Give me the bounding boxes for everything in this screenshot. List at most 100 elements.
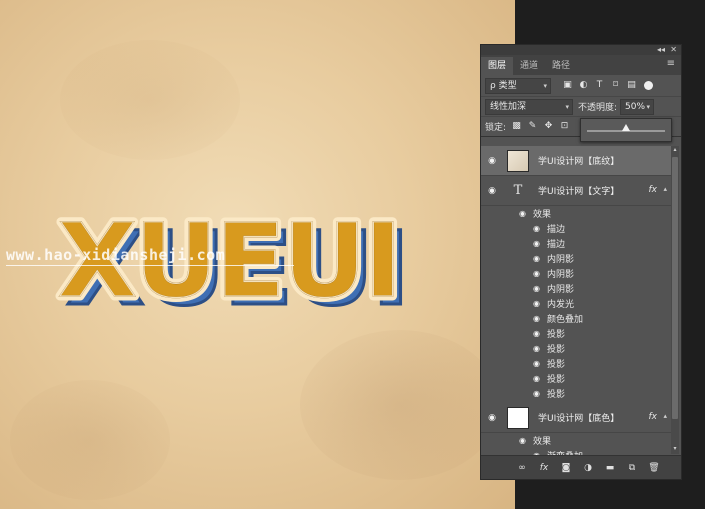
effect-name: 颜色叠加	[547, 315, 584, 325]
tab-channels[interactable]: 通道	[513, 57, 545, 75]
visibility-eye-icon[interactable]: ◉	[481, 413, 503, 423]
effect-row[interactable]: ◉ 投影	[481, 356, 671, 371]
effect-name: 内阴影	[547, 255, 575, 265]
filter-kind-select[interactable]: ρ 类型 ▾	[485, 77, 551, 94]
layer-thumbnail	[507, 149, 529, 172]
visibility-eye-icon[interactable]: ◉	[533, 284, 540, 293]
type-layer-icon: T	[513, 182, 523, 198]
visibility-eye-icon[interactable]: ◉	[533, 254, 540, 263]
effect-name: 描边	[547, 240, 566, 250]
visibility-eye-icon[interactable]: ◉	[533, 374, 540, 383]
visibility-eye-icon[interactable]: ◉	[519, 209, 526, 218]
effect-row[interactable]: ◉ 描边	[481, 221, 671, 236]
visibility-eye-icon[interactable]: ◉	[533, 299, 540, 308]
opacity-slider-thumb[interactable]	[622, 124, 630, 131]
image-filter-icon[interactable]: ▣	[561, 79, 574, 92]
adjustment-filter-icon[interactable]: ◐	[577, 79, 590, 92]
visibility-eye-icon[interactable]: ◉	[481, 186, 503, 196]
filter-toggle[interactable]	[644, 81, 653, 90]
layer-effects-icon[interactable]: fx	[649, 185, 658, 195]
blend-mode-select[interactable]: 线性加深 ▾	[485, 98, 573, 115]
effects-label: 效果	[533, 210, 552, 220]
scroll-down-icon[interactable]: ▾	[671, 445, 679, 453]
effect-name: 投影	[547, 330, 566, 340]
visibility-eye-icon[interactable]: ◉	[519, 436, 526, 445]
effect-row[interactable]: ◉ 投影	[481, 341, 671, 356]
lock-artboard-icon[interactable]: ⊡	[559, 121, 570, 132]
effect-row[interactable]: ◉渐变叠加	[481, 448, 671, 455]
text-layer-effects: ◉ 效果 ◉ 描边 ◉ 描边 ◉ 内阴影 ◉ 内阴影 ◉ 内阴影 ◉ 内发光 ◉ 颜色叠加 ◉ 投影 ◉ 投影 ◉ 投影 ◉…	[481, 206, 671, 401]
chevron-down-icon: ▾	[646, 102, 651, 111]
visibility-eye-icon[interactable]: ◉	[533, 344, 540, 353]
effect-name: 投影	[547, 360, 566, 370]
opacity-label: 不透明度:	[578, 103, 618, 113]
add-mask-icon[interactable]: ◙	[559, 461, 573, 475]
new-adjustment-layer-icon[interactable]: ◑	[581, 461, 595, 475]
add-layer-style-icon[interactable]: fx	[537, 461, 551, 475]
lock-transparent-pixels-icon[interactable]: ▩	[511, 121, 522, 132]
chevron-up-icon[interactable]: ▴	[663, 185, 667, 193]
effects-header[interactable]: ◉ 效果	[481, 206, 671, 221]
scrollbar-thumb[interactable]	[672, 157, 678, 419]
layer-effects-icon[interactable]: fx	[649, 412, 658, 422]
visibility-eye-icon[interactable]: ◉	[533, 359, 540, 368]
visibility-eye-icon[interactable]: ◉	[481, 156, 503, 166]
lock-position-icon[interactable]: ✥	[543, 121, 554, 132]
blend-mode-row: 线性加深 ▾ 不透明度: 50% ▾	[481, 97, 681, 117]
effect-row[interactable]: ◉ 投影	[481, 386, 671, 401]
tab-layers[interactable]: 图层	[481, 57, 514, 75]
opacity-value: 50%	[625, 101, 646, 112]
document-canvas[interactable]: XUEUI XUEUI XUEUI XUEUI www.hao-xidiansh…	[0, 0, 515, 509]
lock-image-pixels-icon[interactable]: ✎	[527, 121, 538, 132]
base-layer-effects: ◉ 效果◉渐变叠加	[481, 433, 671, 455]
visibility-eye-icon[interactable]: ◉	[533, 314, 540, 323]
watermark-underline	[6, 265, 294, 266]
collapse-panel-icon[interactable]: ◂◂	[657, 45, 665, 55]
opacity-input[interactable]: 50% ▾	[620, 98, 655, 115]
chevron-down-icon: ▾	[565, 102, 569, 111]
effect-row[interactable]: ◉ 投影	[481, 371, 671, 386]
effect-row[interactable]: ◉ 内阴影	[481, 281, 671, 296]
visibility-eye-icon[interactable]: ◉	[533, 329, 540, 338]
lock-label: 锁定:	[485, 123, 507, 133]
visibility-eye-icon[interactable]: ◉	[533, 239, 540, 248]
layers-panel: ◂◂ ✕ 图层 通道 路径 ≡ ρ 类型 ▾ ▣ ◐ T ⌑ ▤ 线性加深 ▾ …	[480, 44, 682, 480]
link-layers-icon[interactable]: ∞	[515, 461, 529, 475]
blend-mode-value: 线性加深	[490, 101, 527, 112]
effect-name: 投影	[547, 390, 566, 400]
chevron-up-icon[interactable]: ▴	[663, 412, 667, 420]
effects-label: 效果	[533, 437, 552, 447]
effect-row[interactable]: ◉ 描边	[481, 236, 671, 251]
panel-title-bar[interactable]: ◂◂ ✕	[481, 45, 681, 55]
layer-name: 学UI设计网【底色】	[538, 414, 620, 424]
shape-filter-icon[interactable]: ⌑	[609, 79, 622, 92]
visibility-eye-icon[interactable]: ◉	[533, 389, 540, 398]
effect-row[interactable]: ◉ 内发光	[481, 296, 671, 311]
layer-row-texture[interactable]: ◉ 学UI设计网【底纹】	[481, 146, 671, 176]
new-group-icon[interactable]: ▬	[603, 461, 617, 475]
filter-kind-label: ρ 类型	[490, 80, 517, 91]
scroll-up-icon[interactable]: ▴	[671, 146, 679, 154]
panel-tabs: 图层 通道 路径 ≡	[481, 55, 681, 75]
layer-row-text[interactable]: ◉ T 学UI设计网【文字】 fx ▴	[481, 176, 671, 206]
effect-row[interactable]: ◉ 内阴影	[481, 251, 671, 266]
effect-name: 内阴影	[547, 285, 575, 295]
layer-name: 学UI设计网【底纹】	[538, 157, 620, 167]
new-layer-icon[interactable]: ⧉	[625, 461, 639, 475]
smart-object-filter-icon[interactable]: ▤	[625, 79, 638, 92]
layers-list: ◉ 学UI设计网【底纹】 ◉ T 学UI设计网【文字】 fx ▴ ◉ 效果 ◉ 描边 ◉…	[481, 146, 671, 455]
visibility-eye-icon[interactable]: ◉	[533, 269, 540, 278]
effect-row[interactable]: ◉ 颜色叠加	[481, 311, 671, 326]
tab-paths[interactable]: 路径	[545, 57, 577, 75]
panel-menu-icon[interactable]: ≡	[667, 58, 675, 69]
effect-row[interactable]: ◉ 内阴影	[481, 266, 671, 281]
close-panel-icon[interactable]: ✕	[670, 45, 677, 55]
visibility-eye-icon[interactable]: ◉	[533, 224, 540, 233]
effect-row[interactable]: ◉ 投影	[481, 326, 671, 341]
opacity-slider-popup[interactable]	[580, 118, 672, 142]
layer-row-base-color[interactable]: ◉ 学UI设计网【底色】 fx ▴	[481, 403, 671, 433]
delete-layer-icon[interactable]: 🗑	[647, 461, 661, 475]
paper-stain	[10, 380, 170, 500]
effects-header[interactable]: ◉ 效果	[481, 433, 671, 448]
type-filter-icon[interactable]: T	[593, 79, 606, 92]
